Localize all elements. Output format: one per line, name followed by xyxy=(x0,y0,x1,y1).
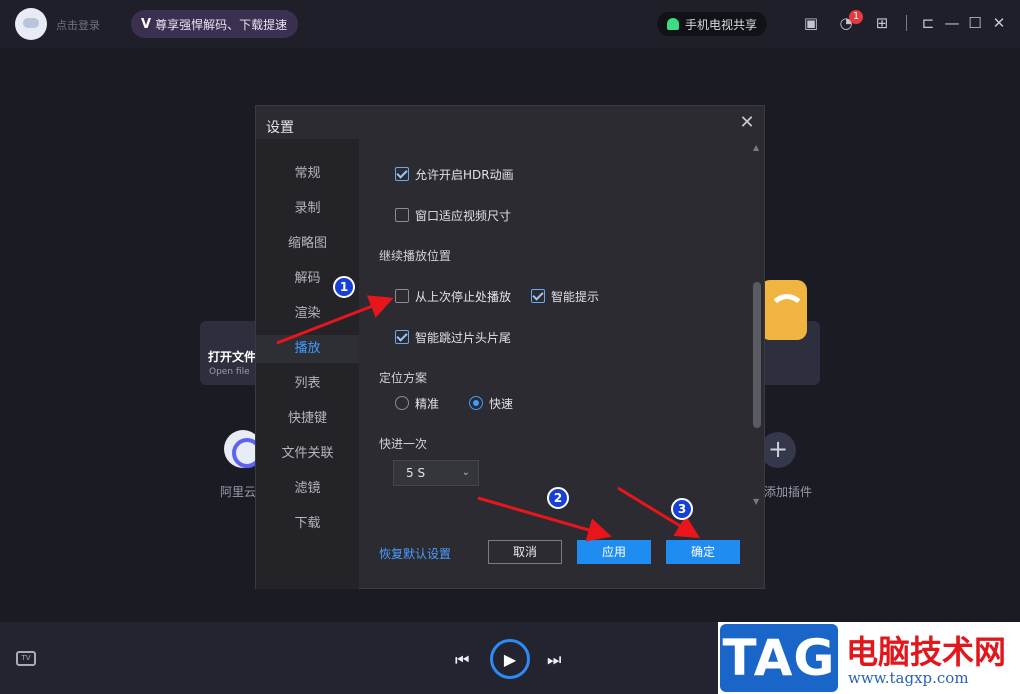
sidebar-item-thumbnail[interactable]: 缩略图 xyxy=(256,230,359,258)
smart-hint-checkbox[interactable] xyxy=(531,289,545,303)
watermark-url: www.tagxp.com xyxy=(848,669,969,687)
avatar-icon[interactable] xyxy=(15,8,47,40)
fast-forward-value: 5 S xyxy=(406,466,426,480)
watermark-title: 电脑技术网 xyxy=(846,633,1007,671)
sidebar-item-shortcuts[interactable]: 快捷键 xyxy=(256,405,359,433)
sidebar-item-filters[interactable]: 滤镜 xyxy=(256,475,359,503)
grid-icon[interactable]: ⊞ xyxy=(873,14,891,32)
chevron-down-icon: ⌄ xyxy=(461,467,470,478)
open-file-subtitle: Open file xyxy=(209,367,250,377)
android-icon xyxy=(667,18,679,30)
fast-forward-section-title: 快进一次 xyxy=(379,437,428,451)
scroll-down-icon[interactable]: ▼ xyxy=(753,497,759,506)
sidebar-item-record[interactable]: 录制 xyxy=(256,195,359,223)
resume-last-checkbox[interactable] xyxy=(395,289,409,303)
playback-settings-panel: 允许开启HDR动画 窗口适应视频尺寸 继续播放位置 从上次停止处播放 智能提示 … xyxy=(359,139,765,589)
open-file-title: 打开文件 xyxy=(208,350,257,364)
next-icon[interactable]: ⏭ xyxy=(547,650,561,670)
sidebar-item-render[interactable]: 渲染 xyxy=(256,300,359,328)
open-file-card[interactable]: 打开文件 Open file xyxy=(200,321,260,385)
fit-window-checkbox[interactable] xyxy=(395,208,409,222)
pin-icon[interactable]: ⊏ xyxy=(919,14,937,32)
seek-fast-label: 快速 xyxy=(489,397,514,411)
add-plugin-label: 添加插件 xyxy=(764,485,813,499)
seek-section-title: 定位方案 xyxy=(379,371,428,385)
annotation-marker-2: 2 xyxy=(547,487,569,509)
seek-precise-label: 精准 xyxy=(415,397,440,411)
restore-defaults-link[interactable]: 恢复默认设置 xyxy=(379,545,451,562)
vip-logo-icon: V xyxy=(141,16,152,32)
play-icon: ▶ xyxy=(503,649,517,669)
hdr-animation-label: 允许开启HDR动画 xyxy=(415,168,514,182)
settings-sidebar: 常规 录制 缩略图 解码 渲染 播放 列表 快捷键 文件关联 滤镜 下载 xyxy=(256,139,359,589)
watermark-tag-logo: TAG xyxy=(720,624,838,692)
tv-icon[interactable]: TV xyxy=(16,651,36,666)
notification-badge: 1 xyxy=(849,10,863,24)
sidebar-item-download[interactable]: 下载 xyxy=(256,510,359,538)
sidebar-item-playback[interactable]: 播放 xyxy=(256,335,359,363)
seek-precise-radio[interactable] xyxy=(395,396,409,410)
minimize-icon[interactable]: — xyxy=(943,14,961,32)
smart-hint-label: 智能提示 xyxy=(551,290,600,304)
skip-intro-label: 智能跳过片头片尾 xyxy=(415,331,512,345)
scroll-up-icon[interactable]: ▲ xyxy=(753,143,759,152)
annotation-marker-1: 1 xyxy=(333,276,355,298)
tv-share-button[interactable]: 手机电视共享 xyxy=(657,12,767,36)
resume-last-label: 从上次停止处播放 xyxy=(415,290,512,304)
aliyun-drive-label: 阿里云盘 xyxy=(220,485,256,499)
fit-window-label: 窗口适应视频尺寸 xyxy=(415,209,512,223)
gift-icon[interactable]: ▣ xyxy=(802,14,820,32)
skip-intro-checkbox[interactable] xyxy=(395,330,409,344)
resume-section-title: 继续播放位置 xyxy=(379,249,452,263)
fast-forward-select[interactable]: 5 S ⌄ xyxy=(393,460,479,486)
seek-fast-radio[interactable] xyxy=(469,396,483,410)
ok-button[interactable]: 确定 xyxy=(666,540,740,564)
annotation-marker-3: 3 xyxy=(671,498,693,520)
hdr-animation-checkbox[interactable] xyxy=(395,167,409,181)
play-button[interactable]: ▶ xyxy=(490,639,530,679)
wifi-icon xyxy=(760,280,807,340)
vip-promo-label: 尊享强悍解码、下载提速 xyxy=(155,17,288,32)
cancel-button[interactable]: 取消 xyxy=(488,540,562,564)
vip-promo-button[interactable]: V 尊享强悍解码、下载提速 xyxy=(131,10,298,38)
scrollbar-thumb[interactable] xyxy=(753,282,761,428)
sidebar-item-file-association[interactable]: 文件关联 xyxy=(256,440,359,468)
close-icon[interactable]: ✕ xyxy=(990,14,1008,32)
sidebar-item-general[interactable]: 常规 xyxy=(256,160,359,188)
add-plugin-icon[interactable]: + xyxy=(760,432,796,468)
previous-icon[interactable]: ⏮ xyxy=(455,650,469,670)
login-link[interactable]: 点击登录 xyxy=(56,17,100,33)
dialog-title: 设置 xyxy=(266,120,294,136)
sidebar-item-list[interactable]: 列表 xyxy=(256,370,359,398)
tv-share-label: 手机电视共享 xyxy=(685,17,758,32)
title-bar-divider xyxy=(906,15,907,31)
apply-button[interactable]: 应用 xyxy=(577,540,651,564)
dialog-close-icon[interactable]: ✕ xyxy=(738,114,756,132)
maximize-icon[interactable]: ☐ xyxy=(966,14,984,32)
